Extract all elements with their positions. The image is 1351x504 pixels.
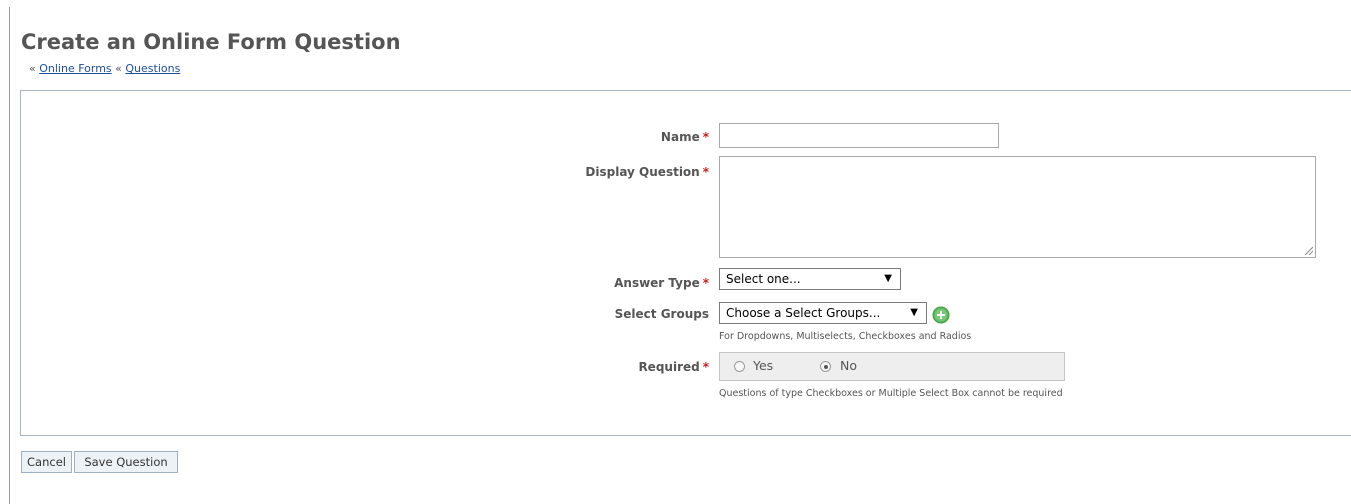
required-radio-group: Yes No (719, 352, 1065, 381)
name-label: Name * (660, 130, 709, 144)
display-question-textarea[interactable] (719, 156, 1316, 258)
required-label: Required * (638, 360, 709, 374)
left-border (9, 7, 10, 504)
answer-type-label: Answer Type * (614, 276, 709, 290)
select-groups-label: Select Groups (614, 307, 709, 321)
select-groups-selected-value: Choose a Select Groups... (726, 306, 881, 320)
breadcrumb-link-questions[interactable]: Questions (125, 62, 180, 75)
required-marker: * (702, 276, 709, 290)
select-groups-label-row: Select Groups (0, 306, 709, 322)
save-question-button[interactable]: Save Question (74, 451, 178, 473)
dropdown-arrow-icon: ▼ (884, 273, 892, 284)
required-no-radio[interactable] (820, 361, 831, 372)
plus-circle-icon[interactable] (932, 306, 950, 324)
answer-type-selected-value: Select one... (726, 272, 801, 286)
required-marker: * (702, 360, 709, 374)
page-title: Create an Online Form Question (21, 30, 401, 54)
select-groups-hint: For Dropdowns, Multiselects, Checkboxes … (719, 331, 972, 342)
breadcrumb-separator: « (29, 62, 36, 75)
required-marker: * (702, 130, 709, 144)
required-label-row: Required * (0, 359, 709, 375)
required-marker: * (702, 165, 709, 179)
display-question-label-row: Display Question * (0, 164, 709, 180)
breadcrumb-separator: « (115, 62, 122, 75)
answer-type-label-row: Answer Type * (0, 275, 709, 291)
required-yes-radio[interactable] (734, 361, 745, 372)
resize-grip-icon[interactable] (1304, 246, 1313, 255)
required-hint: Questions of type Checkboxes or Multiple… (719, 388, 1063, 399)
dropdown-arrow-icon: ▼ (910, 307, 918, 318)
breadcrumb: « Online Forms « Questions (29, 61, 180, 77)
answer-type-select[interactable]: Select one... ▼ (719, 268, 901, 290)
required-no-label[interactable]: No (840, 358, 857, 374)
name-input[interactable] (719, 123, 999, 148)
display-question-label: Display Question * (585, 165, 709, 179)
name-label-row: Name * (0, 129, 709, 145)
page: Create an Online Form Question « Online … (0, 0, 1351, 504)
required-yes-label[interactable]: Yes (753, 358, 773, 374)
cancel-button[interactable]: Cancel (21, 451, 72, 473)
breadcrumb-link-online-forms[interactable]: Online Forms (39, 62, 111, 75)
select-groups-select[interactable]: Choose a Select Groups... ▼ (719, 302, 927, 324)
